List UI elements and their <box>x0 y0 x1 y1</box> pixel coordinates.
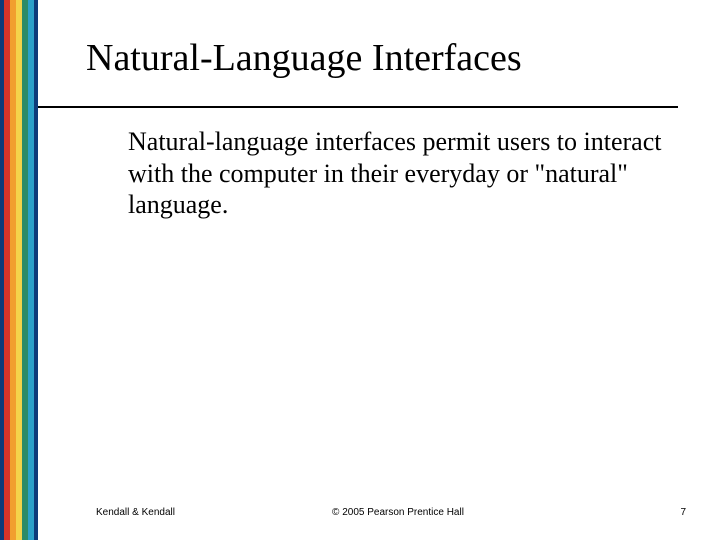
sidebar-decorative-stripes <box>0 0 38 540</box>
footer-author: Kendall & Kendall <box>96 507 175 518</box>
slide-body-text: Natural-language interfaces permit users… <box>128 126 680 221</box>
slide-content-area: Natural-Language Interfaces Natural-lang… <box>38 0 720 540</box>
footer-copyright: © 2005 Pearson Prentice Hall <box>332 507 464 518</box>
footer-page-number: 7 <box>680 507 686 518</box>
slide: Natural-Language Interfaces Natural-lang… <box>0 0 720 540</box>
slide-title: Natural-Language Interfaces <box>38 0 720 90</box>
horizontal-rule <box>38 106 678 108</box>
